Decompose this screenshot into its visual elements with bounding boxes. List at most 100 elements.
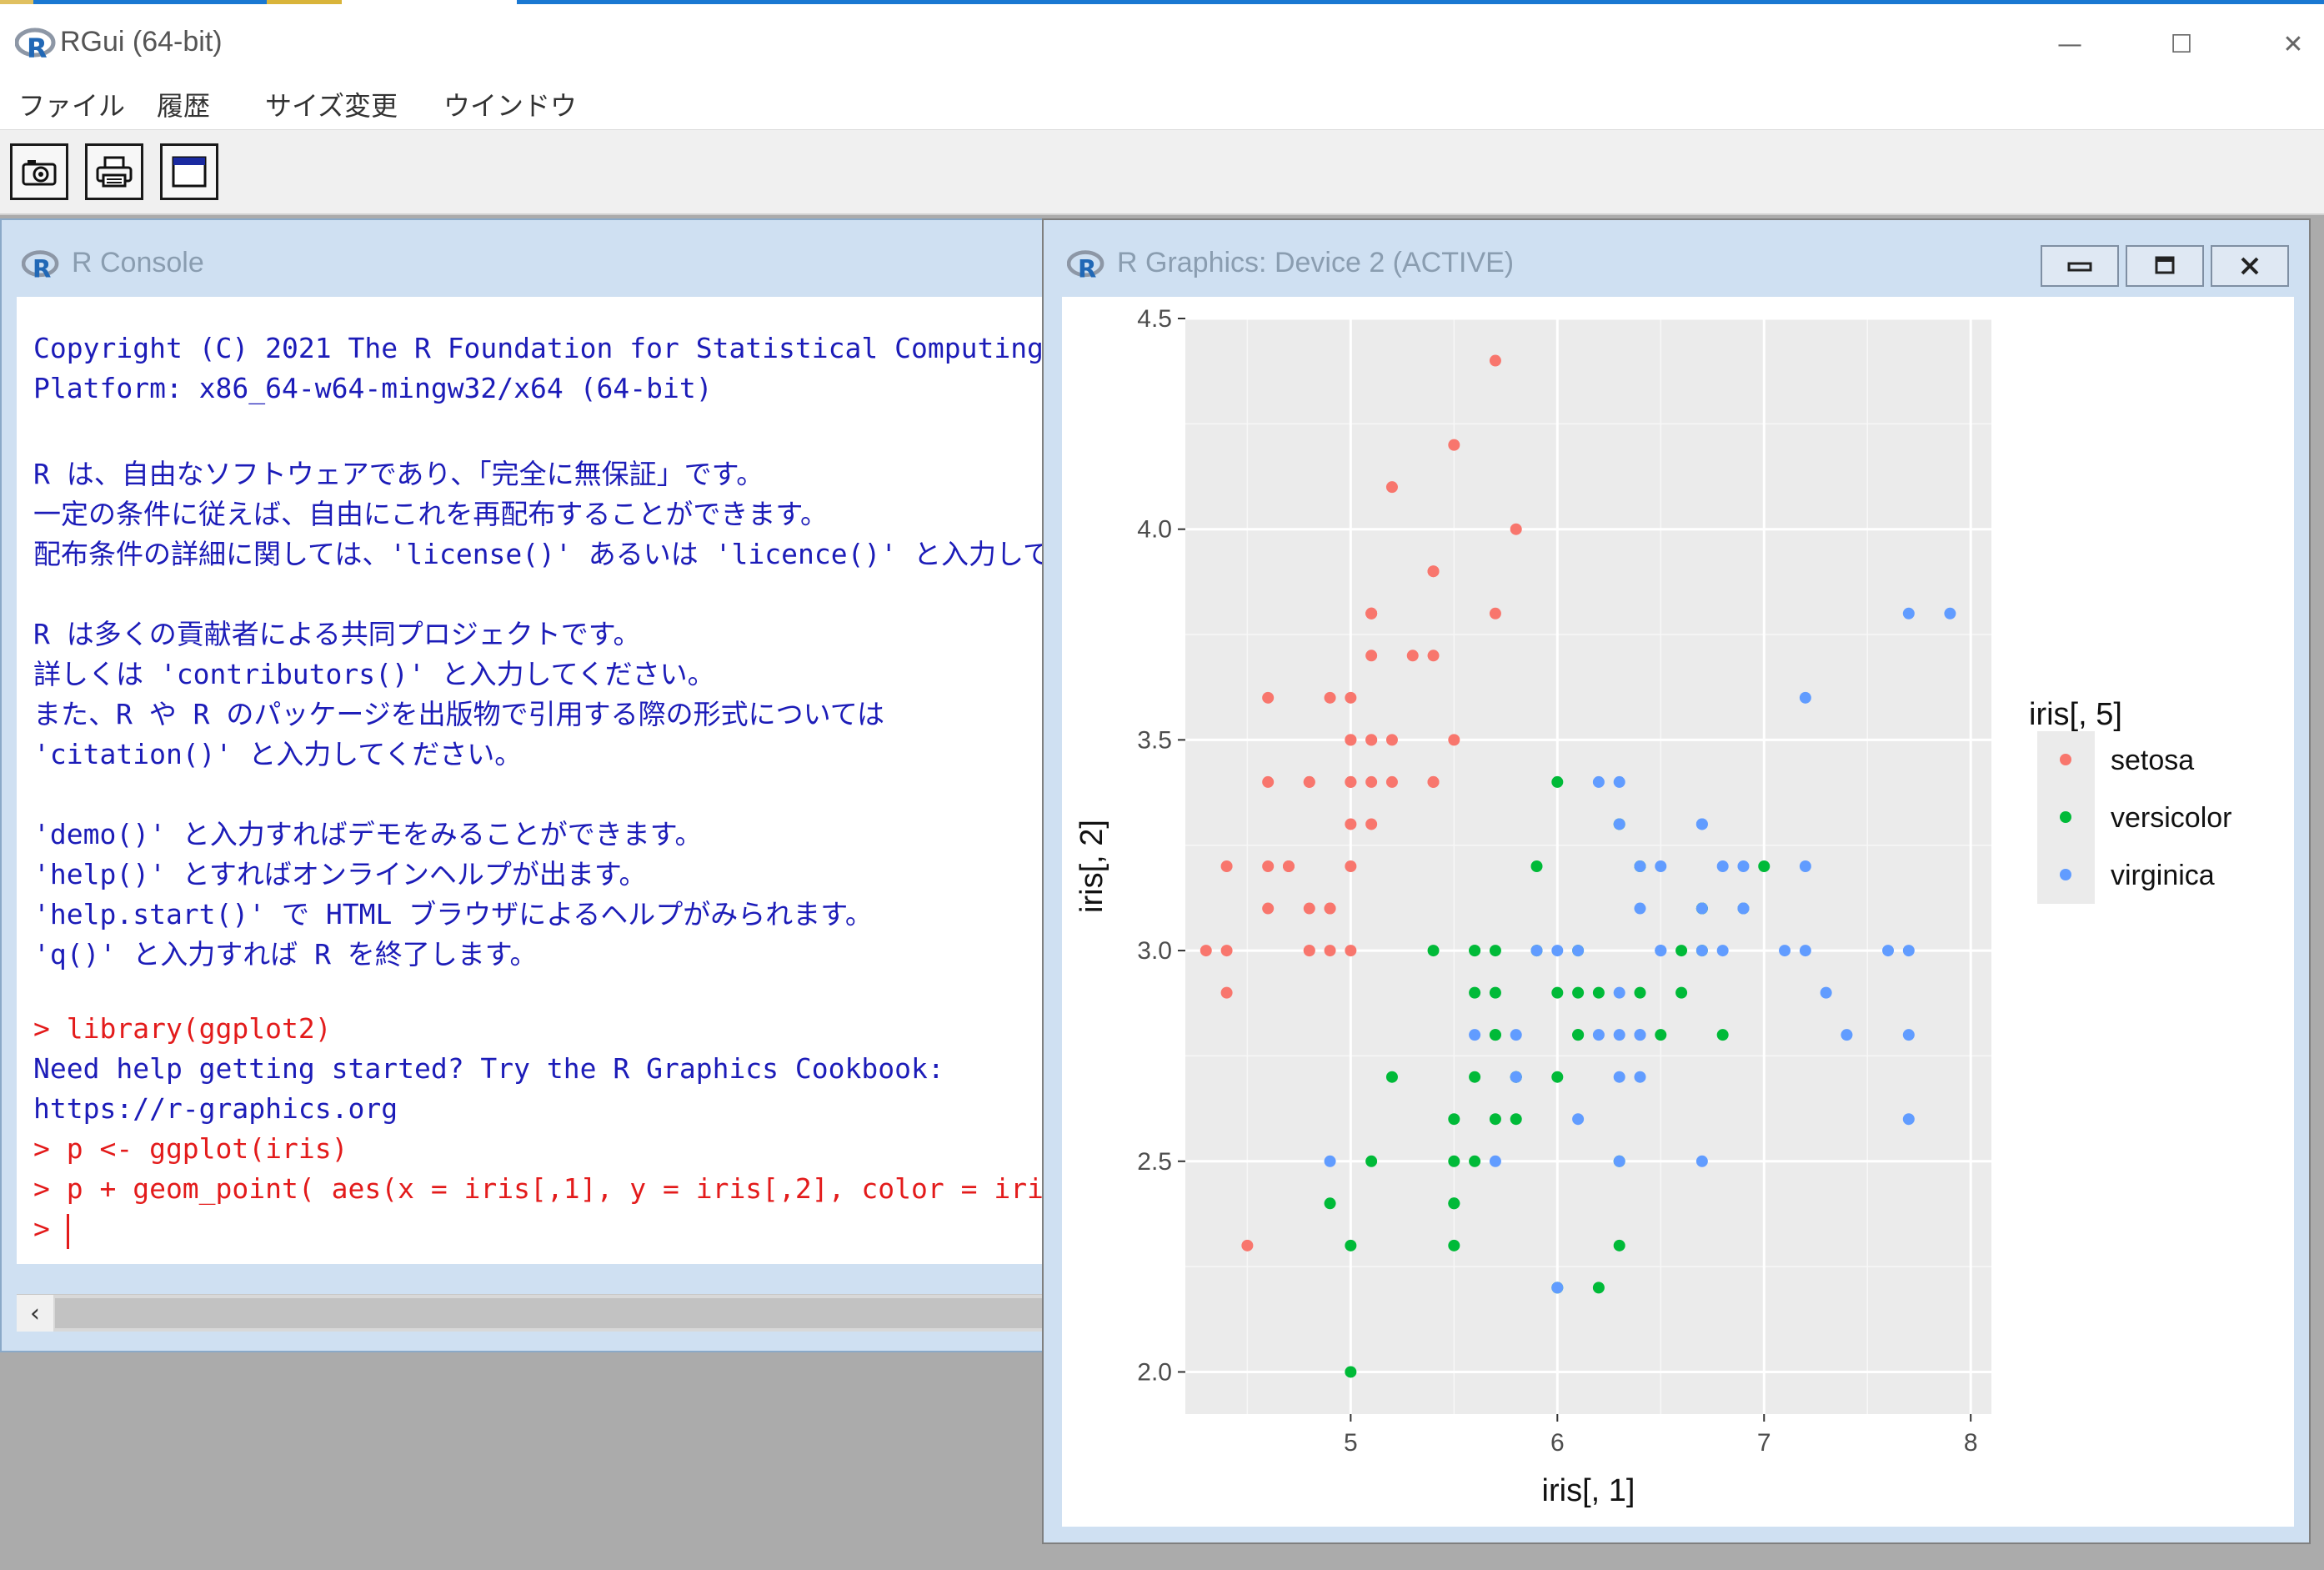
data-point-versicolor bbox=[1634, 986, 1646, 999]
data-point-setosa bbox=[1427, 775, 1440, 788]
data-point-setosa bbox=[1365, 650, 1378, 662]
data-point-virginica bbox=[1737, 860, 1750, 872]
menu-bar: ファイル 履歴 サイズ変更 ウインドウ bbox=[0, 83, 2324, 129]
data-point-virginica bbox=[1820, 986, 1832, 999]
data-point-setosa bbox=[1448, 734, 1460, 746]
data-point-virginica bbox=[1799, 860, 1811, 872]
data-point-virginica bbox=[1737, 902, 1750, 915]
data-point-setosa bbox=[1427, 650, 1440, 662]
console-text-area[interactable]: Copyright (C) 2021 The R Foundation for … bbox=[17, 297, 1046, 1264]
data-point-versicolor bbox=[1324, 1197, 1336, 1210]
plot-area: 5 6 7 8 2.0 2.5 3.0 3.5 4.0 4.5 iris[, 1] iris[, 2]… bbox=[1062, 297, 2294, 1527]
data-point-virginica bbox=[1902, 1029, 1915, 1041]
data-point-versicolor bbox=[1489, 1029, 1501, 1041]
scrollbar-thumb[interactable] bbox=[55, 1298, 1046, 1328]
svg-text:R: R bbox=[33, 255, 51, 282]
graphics-close-button[interactable] bbox=[2211, 245, 2289, 287]
data-point-virginica bbox=[1779, 945, 1791, 957]
data-point-virginica bbox=[1551, 945, 1564, 957]
data-point-virginica bbox=[1882, 945, 1895, 957]
r-logo-icon: R bbox=[22, 250, 59, 282]
console-horizontal-scrollbar[interactable]: ‹ bbox=[17, 1294, 1046, 1332]
minimize-icon bbox=[2067, 262, 2092, 272]
graphics-restore-button[interactable] bbox=[2126, 245, 2204, 287]
console-line: > bbox=[33, 1212, 67, 1245]
x-tick-label: 8 bbox=[1964, 1429, 1978, 1457]
data-point-virginica bbox=[1613, 818, 1625, 830]
data-point-setosa bbox=[1303, 945, 1315, 957]
data-point-virginica bbox=[1634, 902, 1646, 915]
window-icon bbox=[172, 156, 207, 188]
close-button[interactable]: ✕ bbox=[2256, 19, 2324, 69]
data-point-versicolor bbox=[1551, 986, 1564, 999]
data-point-versicolor bbox=[1427, 945, 1440, 957]
toolbar bbox=[0, 129, 2324, 215]
data-point-versicolor bbox=[1448, 1239, 1460, 1251]
restore-icon bbox=[2155, 256, 2175, 274]
legend-label: versicolor bbox=[2111, 802, 2231, 834]
data-point-versicolor bbox=[1345, 1366, 1357, 1378]
y-tick-label: 3.5 bbox=[1137, 726, 1172, 754]
legend-swatch-versicolor bbox=[2060, 811, 2071, 823]
r-console-window[interactable]: R R Console Copyright (C) 2021 The R Fou… bbox=[0, 218, 1046, 1352]
maximize-button[interactable]: ☐ bbox=[2144, 19, 2219, 69]
data-point-setosa bbox=[1365, 775, 1378, 788]
r-logo-icon: R bbox=[15, 28, 56, 63]
console-line: Platform: x86_64-w64-mingw32/x64 (64-bit… bbox=[33, 372, 713, 404]
data-point-setosa bbox=[1345, 691, 1357, 704]
data-point-setosa bbox=[1345, 860, 1357, 872]
menu-file[interactable]: ファイル bbox=[18, 83, 125, 129]
data-point-virginica bbox=[1716, 860, 1729, 872]
data-point-setosa bbox=[1220, 860, 1233, 872]
menu-window[interactable]: ウインドウ bbox=[443, 83, 577, 129]
data-point-virginica bbox=[1799, 945, 1811, 957]
copy-image-button[interactable] bbox=[10, 143, 68, 200]
data-point-setosa bbox=[1365, 734, 1378, 746]
data-point-virginica bbox=[1695, 1155, 1708, 1167]
text-cursor bbox=[66, 1214, 69, 1249]
data-point-virginica bbox=[1695, 902, 1708, 915]
data-point-versicolor bbox=[1469, 1071, 1481, 1083]
data-point-setosa bbox=[1200, 945, 1212, 957]
x-tick-label: 5 bbox=[1344, 1429, 1358, 1457]
data-point-virginica bbox=[1902, 607, 1915, 619]
data-point-setosa bbox=[1345, 734, 1357, 746]
console-line: また、R や R のパッケージを出版物で引用する際の形式については bbox=[33, 698, 885, 730]
data-point-virginica bbox=[1841, 1029, 1853, 1041]
scatter-plot: 5 6 7 8 2.0 2.5 3.0 3.5 4.0 4.5 iris[, 1] iris[, 2]… bbox=[1074, 305, 2231, 1508]
graphics-minimize-button[interactable] bbox=[2041, 245, 2119, 287]
data-point-virginica bbox=[1572, 945, 1585, 957]
minimize-button[interactable]: — bbox=[2032, 19, 2107, 69]
data-point-setosa bbox=[1406, 650, 1419, 662]
print-button[interactable] bbox=[85, 143, 143, 200]
data-point-setosa bbox=[1345, 818, 1357, 830]
data-point-virginica bbox=[1613, 1155, 1625, 1167]
data-point-versicolor bbox=[1469, 1155, 1481, 1167]
data-point-setosa bbox=[1303, 775, 1315, 788]
data-point-versicolor bbox=[1510, 1113, 1522, 1126]
legend-swatch-virginica bbox=[2060, 869, 2071, 880]
data-point-versicolor bbox=[1469, 945, 1481, 957]
x-axis-label: iris[, 1] bbox=[1542, 1473, 1635, 1508]
scroll-left-arrow-icon[interactable]: ‹ bbox=[17, 1295, 53, 1332]
menu-resize[interactable]: サイズ変更 bbox=[265, 83, 398, 129]
data-point-virginica bbox=[1613, 986, 1625, 999]
console-line: 配布条件の詳細に関しては、'license()' あるいは 'licence()… bbox=[33, 538, 1046, 570]
data-point-versicolor bbox=[1592, 986, 1605, 999]
x-tick-label: 6 bbox=[1550, 1429, 1565, 1457]
menu-history[interactable]: 履歴 bbox=[157, 83, 210, 129]
data-point-setosa bbox=[1510, 523, 1522, 535]
close-icon bbox=[2241, 257, 2259, 275]
y-tick-label: 2.5 bbox=[1137, 1148, 1172, 1176]
data-point-setosa bbox=[1262, 691, 1275, 704]
r-graphics-window[interactable]: R R Graphics: Device 2 (ACTIVE) 5 6 7 8 2.0 2… bbox=[1042, 218, 2311, 1544]
y-tick-label: 4.5 bbox=[1137, 305, 1172, 333]
data-point-setosa bbox=[1262, 775, 1275, 788]
data-point-setosa bbox=[1489, 607, 1501, 619]
data-point-versicolor bbox=[1675, 986, 1688, 999]
data-point-setosa bbox=[1324, 691, 1336, 704]
data-point-versicolor bbox=[1489, 945, 1501, 957]
console-titlebar[interactable]: R R Console bbox=[2, 220, 1044, 295]
data-point-versicolor bbox=[1385, 1071, 1398, 1083]
new-window-button[interactable] bbox=[160, 143, 218, 200]
